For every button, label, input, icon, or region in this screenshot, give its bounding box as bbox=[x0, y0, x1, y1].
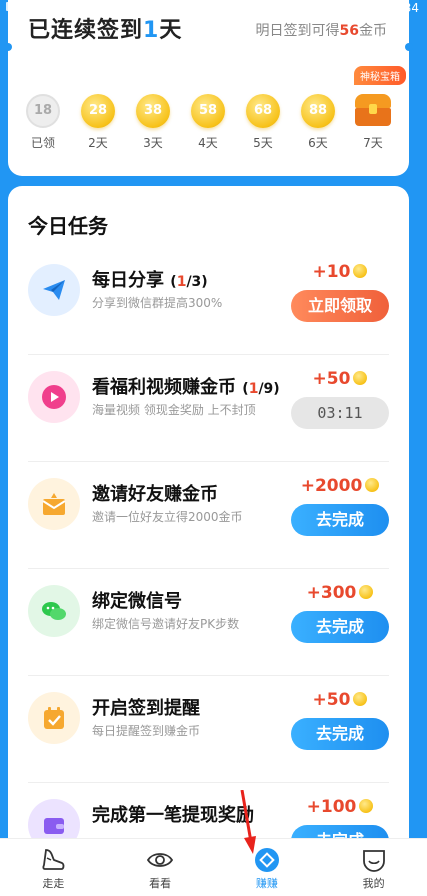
checkin-day-4: 58 4天 bbox=[183, 94, 233, 151]
task-row: 绑定微信号 绑定微信号邀请好友PK步数 +300 去完成 bbox=[8, 569, 409, 676]
diamond-icon bbox=[254, 847, 280, 873]
streak-text: 已连续签到1天 bbox=[28, 18, 183, 43]
go-complete-button[interactable]: 去完成 bbox=[291, 504, 389, 536]
task-name: 开启签到提醒 bbox=[92, 698, 200, 719]
task-desc: 邀请一位好友立得2000金币 bbox=[92, 510, 243, 524]
coin-icon bbox=[365, 478, 380, 492]
countdown-button[interactable]: 03:11 bbox=[291, 397, 389, 429]
coin-icon: 28 bbox=[81, 94, 115, 128]
task-reward: +2000 bbox=[291, 476, 389, 496]
claim-button[interactable]: 立即领取 bbox=[291, 290, 389, 322]
task-reward: +300 bbox=[291, 583, 389, 603]
tasks-card: 今日任务 每日分享 (1/3) 分享到微信群提高300% +10 立即领取 看福… bbox=[8, 186, 409, 866]
checkin-days: 18 已领 28 2天 38 3天 58 4天 68 5天 88 6天 7天 bbox=[18, 94, 398, 151]
checkin-day-7[interactable]: 7天 bbox=[348, 94, 398, 151]
task-reward: +50 bbox=[291, 369, 389, 389]
task-row: 邀请好友赚金币 邀请一位好友立得2000金币 +2000 去完成 bbox=[8, 462, 409, 569]
nav-me[interactable]: 我的 bbox=[320, 839, 427, 896]
card-dot bbox=[4, 43, 12, 51]
checkin-day-5: 68 5天 bbox=[238, 94, 288, 151]
calendar-task-icon bbox=[28, 692, 80, 744]
checkin-day-3: 38 3天 bbox=[128, 94, 178, 151]
nav-walk[interactable]: 走走 bbox=[0, 839, 107, 896]
go-complete-button[interactable]: 去完成 bbox=[291, 611, 389, 643]
coin-icon: 58 bbox=[191, 94, 225, 128]
coin-icon: 68 bbox=[246, 94, 280, 128]
treasure-chest-icon[interactable] bbox=[353, 94, 393, 128]
wechat-task-icon bbox=[28, 585, 80, 637]
coin-icon bbox=[353, 692, 368, 706]
task-desc: 绑定微信号邀请好友PK步数 bbox=[92, 617, 240, 631]
coin-icon: 18 bbox=[26, 94, 60, 128]
coin-icon bbox=[359, 585, 374, 599]
task-row: 开启签到提醒 每日提醒签到赚金币 +50 去完成 bbox=[8, 676, 409, 783]
task-desc: 分享到微信群提高300% bbox=[92, 296, 223, 310]
task-reward: +100 bbox=[291, 797, 389, 817]
task-name: 绑定微信号 bbox=[92, 591, 182, 612]
coin-icon: 38 bbox=[136, 94, 170, 128]
task-reward: +10 bbox=[291, 262, 389, 282]
task-row: 每日分享 (1/3) 分享到微信群提高300% +10 立即领取 bbox=[8, 248, 409, 355]
checkin-day-6: 88 6天 bbox=[293, 94, 343, 151]
coin-icon bbox=[353, 371, 368, 385]
share-task-icon bbox=[28, 264, 80, 316]
task-name: 看福利视频赚金币 (1/9) bbox=[92, 377, 280, 398]
tomorrow-reward-text: 明日签到可得56金币 bbox=[255, 23, 387, 39]
task-reward: +50 bbox=[291, 690, 389, 710]
checkin-day-2: 28 2天 bbox=[73, 94, 123, 151]
shoe-icon bbox=[40, 847, 66, 873]
profile-icon bbox=[361, 847, 387, 873]
coin-icon bbox=[353, 264, 368, 278]
go-complete-button[interactable]: 去完成 bbox=[291, 718, 389, 750]
checkin-card: 已连续签到1天 明日签到可得56金币 神秘宝箱 18 已领 28 2天 38 3… bbox=[4, 0, 413, 176]
nav-watch[interactable]: 看看 bbox=[107, 839, 214, 896]
invite-task-icon bbox=[28, 478, 80, 530]
mystery-box-badge: 神秘宝箱 bbox=[354, 66, 406, 85]
task-name: 邀请好友赚金币 bbox=[92, 484, 218, 505]
task-desc: 每日提醒签到赚金币 bbox=[92, 724, 201, 738]
card-dot bbox=[405, 43, 413, 51]
task-name: 每日分享 (1/3) bbox=[92, 270, 208, 291]
checkin-day-1: 18 已领 bbox=[18, 94, 68, 151]
video-task-icon bbox=[28, 371, 80, 423]
task-row: 看福利视频赚金币 (1/9) 海量视频 领现金奖励 上不封顶 +50 03:11 bbox=[8, 355, 409, 462]
task-desc: 海量视频 领现金奖励 上不封顶 bbox=[92, 403, 256, 417]
task-name: 完成第一笔提现奖励 bbox=[92, 805, 254, 826]
nav-earn[interactable]: 赚赚 bbox=[214, 839, 321, 896]
bottom-nav: 走走 看看 赚赚 我的 bbox=[0, 838, 427, 896]
eye-icon bbox=[147, 847, 174, 873]
coin-icon: 88 bbox=[301, 94, 335, 128]
tasks-title: 今日任务 bbox=[28, 214, 108, 238]
coin-icon bbox=[359, 799, 374, 813]
